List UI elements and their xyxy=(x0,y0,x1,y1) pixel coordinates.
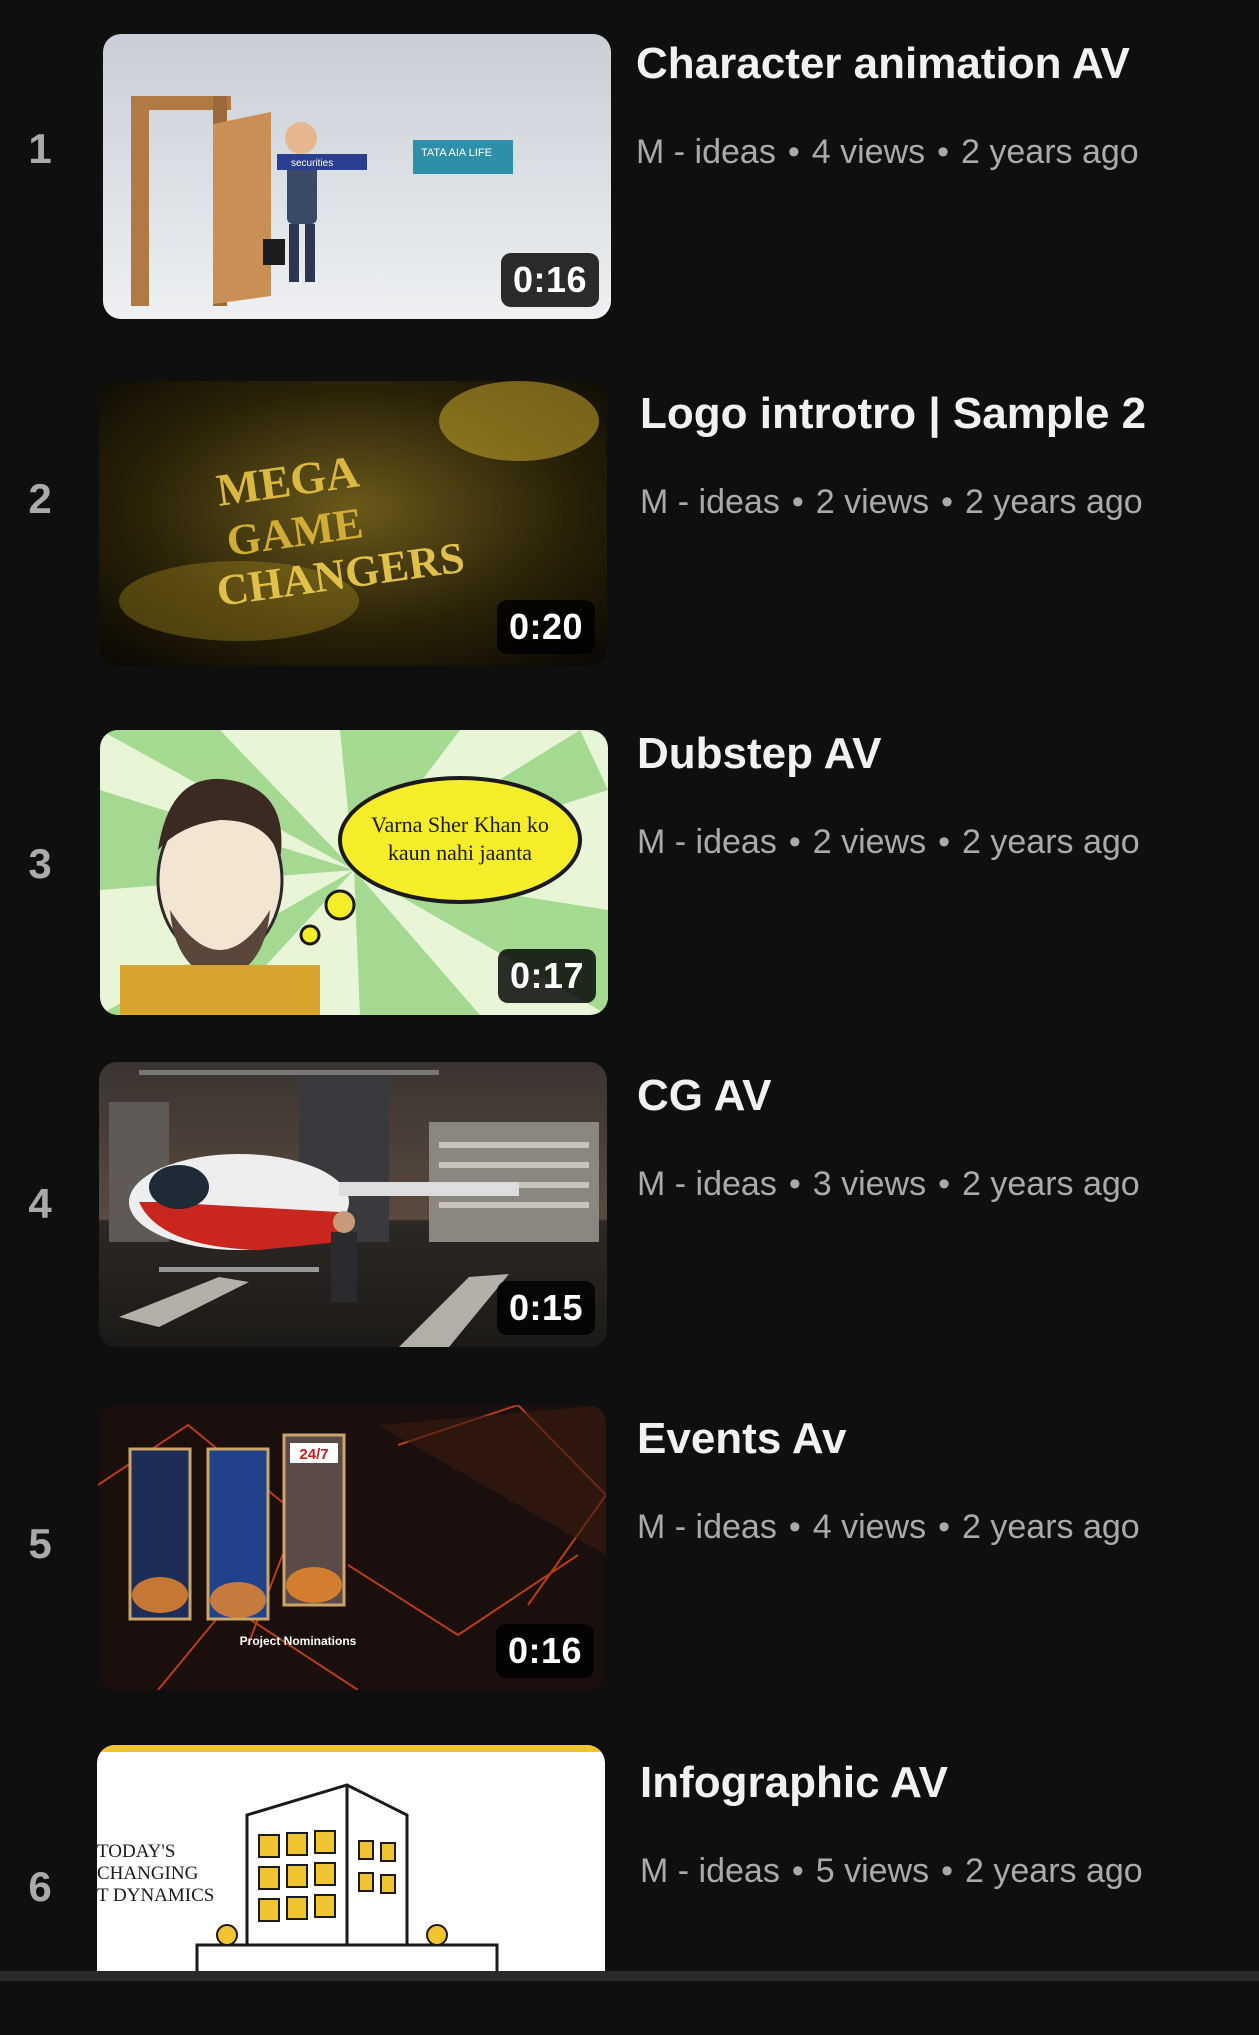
view-count: 3 views xyxy=(812,1164,927,1203)
video-title[interactable]: Logo introtro | Sample 2 xyxy=(640,388,1240,441)
thumb-label: Project Nominations xyxy=(240,1634,357,1648)
view-count: 4 views xyxy=(811,132,926,171)
channel-name[interactable]: M - ideas xyxy=(637,823,777,861)
playlist-item[interactable]: 5 24/7 Project Nominations 0:16 Events A… xyxy=(0,1405,1259,1695)
playlist-item[interactable]: 1 securities TATA AIA LIFE 0:16 Characte… xyxy=(0,30,1259,320)
video-info: Infographic AV M - ideas • 5 views • 2 years… xyxy=(640,1757,1240,1891)
video-info: Character animation AV M - ideas • 4 views… xyxy=(636,38,1236,172)
upload-age: 2 years ago xyxy=(965,1851,1143,1890)
bottom-edge xyxy=(0,1971,1259,1981)
video-title[interactable]: Character animation AV xyxy=(636,38,1236,91)
item-index: 1 xyxy=(28,125,52,172)
video-duration: 0:17 xyxy=(497,949,596,1003)
item-index: 2 xyxy=(28,475,52,522)
thumb-label: Varna Sher Khan ko xyxy=(371,812,549,837)
video-duration: 0:16 xyxy=(500,253,599,307)
item-index: 6 xyxy=(28,1863,52,1910)
channel-name[interactable]: M - ideas xyxy=(636,133,776,171)
video-meta: M - ideas • 5 views • 2 years ago xyxy=(640,1851,1143,1890)
upload-age: 2 years ago xyxy=(962,822,1140,861)
upload-age: 2 years ago xyxy=(965,482,1143,521)
view-count: 5 views xyxy=(815,1851,930,1890)
thumb-label: 24/7 xyxy=(299,1446,328,1463)
playlist-item[interactable]: 2 MEGA GAME CHANGERS 0:20 Logo introtro … xyxy=(0,380,1259,670)
channel-name[interactable]: M - ideas xyxy=(640,483,780,521)
view-count: 2 views xyxy=(812,822,927,861)
video-thumbnail[interactable]: securities TATA AIA LIFE 0:16 xyxy=(103,34,611,319)
item-index: 3 xyxy=(28,840,52,887)
video-meta: M - ideas • 4 views • 2 years ago xyxy=(637,1507,1140,1546)
view-count: 4 views xyxy=(812,1507,927,1546)
video-info: CG AV M - ideas • 3 views • 2 years ago xyxy=(637,1070,1237,1204)
video-title[interactable]: Events Av xyxy=(637,1413,1237,1466)
video-info: Events Av M - ideas • 4 views • 2 years ago xyxy=(637,1413,1237,1547)
video-duration: 0:16 xyxy=(495,1624,594,1678)
video-info: Dubstep AV M - ideas • 2 views • 2 years ago xyxy=(637,728,1237,862)
video-meta: M - ideas • 4 views • 2 years ago xyxy=(636,132,1139,171)
item-index: 4 xyxy=(28,1180,52,1227)
video-thumbnail[interactable]: Varna Sher Khan ko kaun nahi jaanta 0:17 xyxy=(100,730,608,1015)
playlist-item[interactable]: 4 0:15 CG AV M - ideas • 3 views • 2 yea… xyxy=(0,1060,1259,1350)
video-meta: M - ideas • 3 views • 2 years ago xyxy=(637,1164,1140,1203)
thumb-label: securities xyxy=(291,158,333,169)
item-index: 5 xyxy=(28,1520,52,1567)
channel-name[interactable]: M - ideas xyxy=(637,1165,777,1203)
video-duration: 0:15 xyxy=(496,1281,595,1335)
video-title[interactable]: Dubstep AV xyxy=(637,728,1237,781)
thumb-label: kaun nahi jaanta xyxy=(388,840,532,865)
video-meta: M - ideas • 2 views • 2 years ago xyxy=(637,822,1140,861)
upload-age: 2 years ago xyxy=(962,1164,1140,1203)
channel-name[interactable]: M - ideas xyxy=(637,1508,777,1546)
video-title[interactable]: Infographic AV xyxy=(640,1757,1240,1810)
playlist-item[interactable]: 3 Varna Sher Khan ko kaun nahi jaanta 0:… xyxy=(0,720,1259,1015)
thumb-label: T DYNAMICS xyxy=(97,1885,214,1906)
thumb-label: CHANGING xyxy=(97,1863,199,1884)
video-thumbnail[interactable]: 24/7 Project Nominations 0:16 xyxy=(98,1405,606,1690)
upload-age: 2 years ago xyxy=(961,132,1139,171)
video-meta: M - ideas • 2 views • 2 years ago xyxy=(640,482,1143,521)
playlist: 1 securities TATA AIA LIFE 0:16 Characte… xyxy=(0,0,1259,1981)
thumb-label: TATA AIA LIFE xyxy=(421,147,492,159)
video-title[interactable]: CG AV xyxy=(637,1070,1237,1123)
video-thumbnail[interactable]: 0:15 xyxy=(99,1062,607,1347)
channel-name[interactable]: M - ideas xyxy=(640,1852,780,1890)
video-thumbnail[interactable]: TODAY'S CHANGING T DYNAMICS xyxy=(97,1745,605,1981)
playlist-item[interactable]: 6 TODAY'S CHANGING T DYNAMICS Infographi… xyxy=(0,1745,1259,2035)
video-thumbnail[interactable]: MEGA GAME CHANGERS 0:20 xyxy=(99,381,607,666)
view-count: 2 views xyxy=(815,482,930,521)
video-duration: 0:20 xyxy=(496,600,595,654)
thumb-label: TODAY'S xyxy=(97,1841,175,1862)
video-info: Logo introtro | Sample 2 M - ideas • 2 vie… xyxy=(640,388,1240,522)
upload-age: 2 years ago xyxy=(962,1507,1140,1546)
